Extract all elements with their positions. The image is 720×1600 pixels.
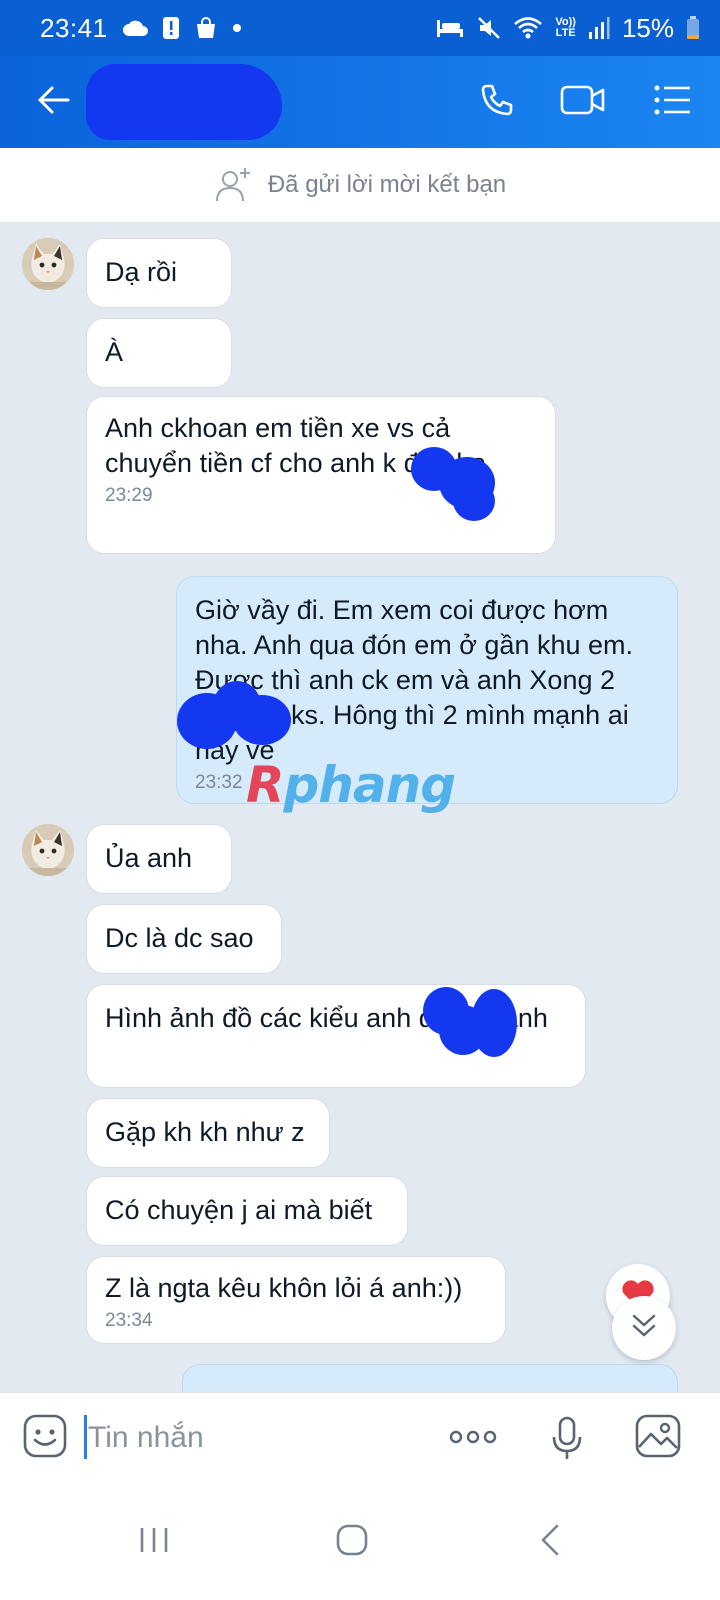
message-text: Gặp kh kh như z (105, 1117, 305, 1147)
redaction-blot (233, 695, 291, 745)
contact-avatar[interactable] (22, 238, 74, 290)
voice-button[interactable] (550, 1415, 584, 1466)
my-message-bubble[interactable]: Giờ vầy đi. Em xem coi được hơm nha. Anh… (176, 576, 678, 804)
dot-icon (232, 23, 242, 33)
phone-icon (479, 82, 515, 123)
battery-percent: 15% (621, 12, 674, 43)
options-button[interactable] (638, 56, 708, 148)
banner-text: Đã gửi lời mời kết bạn (267, 171, 507, 198)
alert-icon (162, 16, 180, 40)
status-bar: 23:41 Vo)) LTE 15% (0, 0, 720, 56)
contact-avatar[interactable] (22, 824, 74, 876)
system-nav-bar (0, 1484, 720, 1600)
more-button[interactable] (448, 1419, 498, 1460)
back-icon (539, 1523, 561, 1562)
add-friend-icon (214, 165, 254, 205)
shopping-bag-icon (194, 16, 218, 40)
message-bubble[interactable]: Dc là dc sao (86, 904, 282, 974)
back-arrow-icon (36, 85, 70, 120)
scroll-to-bottom-button[interactable] (612, 1296, 676, 1360)
message-bubble[interactable]: À (86, 318, 232, 388)
message-text: Z là ngta kêu khôn lỏi á anh:)) (105, 1273, 463, 1303)
image-icon (634, 1414, 682, 1463)
message-bubble[interactable]: Gặp kh kh như z (86, 1098, 330, 1168)
emoji-button[interactable] (22, 1413, 68, 1464)
emoji-icon (22, 1414, 68, 1463)
message-bubble[interactable]: Có chuyện j ai mà biết (86, 1176, 408, 1246)
contact-name[interactable] (86, 64, 282, 140)
message-bubble[interactable]: Z là ngta kêu khôn lỏi á anh:)) 23:34 (86, 1256, 506, 1344)
battery-icon (686, 16, 700, 40)
more-dots-icon (448, 1430, 498, 1459)
message-input-bar (0, 1392, 720, 1484)
wifi-icon (513, 16, 543, 40)
recent-apps-icon (138, 1525, 170, 1560)
friend-request-banner: Đã gửi lời mời kết bạn (0, 148, 720, 222)
message-text: Ủa anh (105, 843, 193, 873)
message-bubble[interactable]: Anh ckhoan em tiền xe vs cả chuyển tiền … (86, 396, 556, 554)
redaction-blot (453, 481, 495, 521)
message-bubble[interactable]: Hình ảnh đồ các kiểu anh đã gửi anh (86, 984, 586, 1088)
video-icon (560, 84, 606, 121)
redaction-blot (471, 989, 517, 1057)
volte-icon: Vo)) LTE (555, 16, 576, 39)
mute-icon (477, 16, 501, 40)
home-button[interactable] (312, 1504, 392, 1580)
nav-back-button[interactable] (510, 1504, 590, 1580)
message-bubble[interactable]: Ủa anh (86, 824, 232, 894)
chevron-double-down-icon (630, 1312, 658, 1345)
menu-list-icon (654, 85, 692, 120)
back-button[interactable] (18, 56, 88, 148)
image-button[interactable] (634, 1413, 682, 1464)
clock: 23:41 (40, 12, 108, 43)
chat-header (0, 56, 720, 148)
message-text: Có chuyện j ai mà biết (105, 1195, 373, 1225)
cloud-icon (122, 19, 148, 37)
message-text: Dạ rồi (105, 257, 178, 287)
home-icon (335, 1523, 369, 1562)
message-bubble[interactable]: Dạ rồi (86, 238, 232, 308)
recent-apps-button[interactable] (114, 1504, 194, 1580)
signal-icon (588, 16, 610, 40)
message-text: Dc là dc sao (105, 923, 254, 953)
message-time: 23:34 (105, 1310, 153, 1331)
video-call-button[interactable] (548, 56, 618, 148)
bed-icon (435, 17, 465, 39)
call-button[interactable] (462, 56, 532, 148)
microphone-icon (550, 1416, 584, 1465)
message-text: À (105, 337, 124, 367)
message-input[interactable] (84, 1411, 424, 1465)
message-time: 23:32 (195, 772, 243, 793)
